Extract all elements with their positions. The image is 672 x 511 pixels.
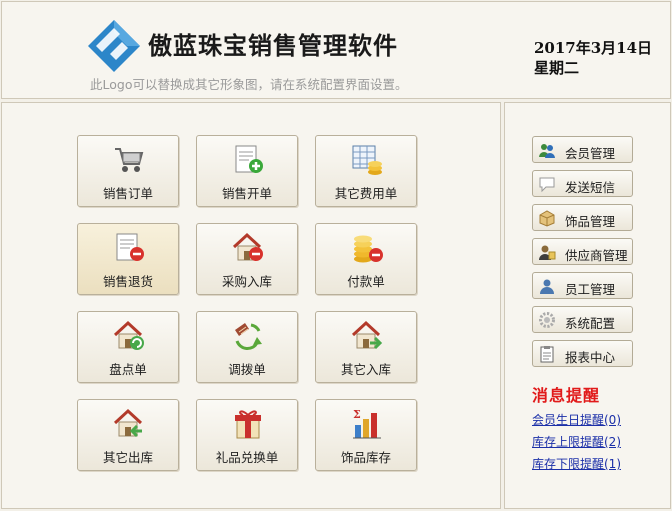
tile-label: 其它出库 (102, 450, 153, 465)
button-label: 供应商管理 (565, 248, 628, 263)
tile-sales-return[interactable]: 销售退货 (77, 223, 179, 295)
jewelry-management-button[interactable]: 饰品管理 (532, 204, 633, 231)
button-label: 员工管理 (565, 282, 616, 297)
button-label: 发送短信 (565, 180, 616, 195)
button-label: 饰品管理 (565, 214, 616, 229)
sidebar-panel: 会员管理 发送短信 饰品管理 供应商管理 员工管理 系统配置 报表中心 消息提醒… (504, 102, 671, 509)
employee-management-button[interactable]: 员工管理 (532, 272, 633, 299)
shopping-cart-icon (115, 148, 144, 172)
member-management-button[interactable]: 会员管理 (532, 136, 633, 163)
company-logo-icon (88, 20, 140, 72)
svg-text:Σ: Σ (353, 408, 361, 421)
tile-other-out[interactable]: 其它出库 (77, 399, 179, 471)
ledger-coins-icon (352, 145, 382, 175)
tile-gift-exchange[interactable]: 礼品兑换单 (196, 399, 298, 471)
tile-label: 饰品库存 (340, 450, 391, 465)
stock-lower-limit-link[interactable]: 库存下限提醒(1) (532, 455, 621, 472)
send-sms-button[interactable]: 发送短信 (532, 170, 633, 197)
date-display: 2017年3月14日 星期二 (534, 38, 652, 78)
button-label: 报表中心 (565, 350, 616, 365)
inventory-house-icon (113, 320, 144, 350)
tile-label: 销售开单 (221, 186, 272, 201)
warehouse-in-icon (232, 232, 263, 261)
invoice-add-icon (235, 145, 263, 173)
stock-chart-icon: Σ (353, 408, 381, 439)
tile-label: 采购入库 (221, 274, 272, 289)
system-settings-button[interactable]: 系统配置 (532, 306, 633, 333)
tile-label: 调拨单 (228, 362, 266, 377)
tile-label: 付款单 (347, 274, 385, 289)
employee-icon (540, 279, 554, 294)
main-panel: 销售订单 销售开单 其它费用单 销售退货 采购入库 付款单 盘点单 调拨单 其它… (1, 102, 501, 509)
tile-label: 盘点单 (109, 362, 147, 377)
tile-label: 销售退货 (102, 274, 153, 289)
button-label: 系统配置 (565, 316, 616, 331)
members-icon (539, 144, 555, 158)
tile-sales-order[interactable]: 销售订单 (77, 135, 179, 207)
message-icon (539, 177, 555, 193)
report-center-button[interactable]: 报表中心 (532, 340, 633, 367)
return-document-icon (116, 233, 144, 261)
date-text: 2017年3月14日 (534, 39, 653, 57)
header-panel: 傲蓝珠宝销售管理软件 此Logo可以替换成其它形象图，请在系统配置界面设置。 2… (1, 1, 671, 99)
box-icon (539, 210, 555, 227)
house-out-icon (113, 408, 143, 438)
tile-stocktake[interactable]: 盘点单 (77, 311, 179, 383)
tile-label: 其它费用单 (334, 186, 398, 201)
coins-payment-icon (354, 235, 383, 263)
tile-label: 礼品兑换单 (215, 450, 279, 465)
tile-other-expense[interactable]: 其它费用单 (315, 135, 417, 207)
app-title: 傲蓝珠宝销售管理软件 (148, 32, 398, 60)
button-label: 会员管理 (565, 146, 616, 161)
supplier-management-button[interactable]: 供应商管理 (532, 238, 633, 265)
transfer-arrows-icon (235, 323, 262, 350)
tile-label: 销售订单 (102, 186, 153, 201)
tile-payment[interactable]: 付款单 (315, 223, 417, 295)
tile-other-in[interactable]: 其它入库 (315, 311, 417, 383)
house-in-icon (351, 320, 383, 350)
tile-sales-invoice[interactable]: 销售开单 (196, 135, 298, 207)
tile-label: 其它入库 (340, 362, 391, 377)
settings-gear-icon (539, 312, 555, 328)
gift-icon (235, 410, 261, 439)
supplier-icon (539, 245, 556, 260)
tile-transfer[interactable]: 调拨单 (196, 311, 298, 383)
logo-hint-text: 此Logo可以替换成其它形象图，请在系统配置界面设置。 (90, 77, 408, 92)
birthday-reminder-link[interactable]: 会员生日提醒(0) (532, 411, 621, 428)
weekday-text: 星期二 (534, 59, 580, 77)
message-reminder-title: 消息提醒 (532, 386, 601, 405)
stock-upper-limit-link[interactable]: 库存上限提醒(2) (532, 433, 621, 450)
report-icon (540, 346, 554, 363)
tile-jewelry-stock[interactable]: Σ 饰品库存 (315, 399, 417, 471)
tile-purchase-in[interactable]: 采购入库 (196, 223, 298, 295)
